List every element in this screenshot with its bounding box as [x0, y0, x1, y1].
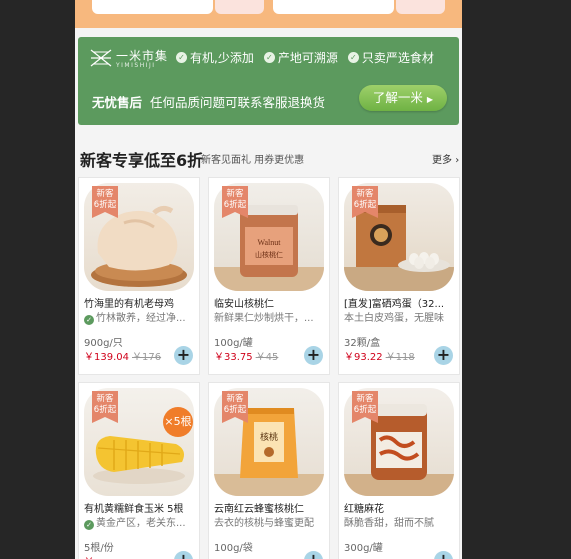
check-icon: ✓	[347, 52, 359, 63]
feature-item: ✓ 产地可溯源	[263, 49, 338, 66]
coupon-card[interactable]	[92, 0, 213, 14]
product-spec: 100g/罐	[214, 338, 253, 349]
new-customer-tag: 新客 6折起	[352, 391, 378, 423]
play-arrow-icon: ▶	[426, 95, 434, 104]
product-card[interactable]: 新客 6折起 [直发]富硒鸡蛋（32... 本土白皮鸡蛋，无腥味 32颗/盒 ￥9…	[338, 177, 460, 375]
product-price: ￥93.22 ￥118	[344, 352, 415, 363]
check-icon: ✓	[263, 52, 275, 63]
feature-item: ✓ 只卖严选食材	[347, 49, 434, 66]
new-customer-tag: 新客 6折起	[222, 186, 248, 218]
product-price: ￥	[84, 553, 94, 559]
product-name: 云南红云蜂蜜核桃仁	[214, 504, 304, 515]
product-desc: 去衣的核桃与蜂蜜更配	[214, 518, 314, 529]
product-desc: 新鲜果仁炒制烘干，...	[214, 313, 314, 324]
coupon-card-action[interactable]	[215, 0, 264, 14]
new-customer-tag: 新客 6折起	[352, 186, 378, 218]
coupon-card-action[interactable]	[396, 0, 445, 14]
svg-text:核桃: 核桃	[260, 431, 278, 443]
product-spec: 900g/只	[84, 338, 123, 349]
product-spec: 32颗/盒	[344, 338, 381, 349]
section-title: 新客专享低至6折	[80, 151, 204, 170]
svg-text:Walnut: Walnut	[258, 238, 282, 247]
add-to-cart-button[interactable]: +	[304, 551, 323, 559]
add-to-cart-button[interactable]: +	[174, 551, 193, 559]
service-note: 无忧售后 任何品质问题可联系客服退换货	[92, 92, 325, 111]
new-customer-tag: 新客 6折起	[222, 391, 248, 423]
section-subtitle: 新客见面礼 用券更优惠	[201, 155, 305, 166]
chevron-right-icon: ›	[455, 155, 460, 166]
page: 一米市集 YIMISHIJI ✓ 有机,少添加 ✓ 产地可溯源 ✓ 只卖严选食材 无忧…	[75, 0, 462, 559]
product-desc: ✓ 黄金产区，老关东...	[84, 514, 196, 530]
service-title: 无忧售后	[92, 95, 143, 110]
original-price: ￥176	[132, 352, 162, 363]
product-card[interactable]: 新客 6折起 ×5根 有机黄糯鲜食玉米 5根 ✓ 黄金产区，老关东... 5根/份 …	[78, 382, 200, 559]
add-to-cart-button[interactable]: +	[434, 551, 453, 559]
check-icon: ✓	[176, 52, 187, 63]
product-name: 临安山核桃仁	[214, 299, 274, 310]
product-name: 红糖麻花	[344, 504, 384, 515]
svg-text:山核桃仁: 山核桃仁	[255, 250, 283, 259]
add-to-cart-button[interactable]: +	[174, 346, 193, 365]
product-desc: 酥脆香甜，甜而不腻	[344, 518, 434, 529]
feature-list: ✓ 有机,少添加 ✓ 产地可溯源 ✓ 只卖严选食材	[176, 49, 434, 66]
add-to-cart-button[interactable]: +	[304, 346, 323, 365]
brand-sub: YIMISHIJI	[116, 62, 156, 69]
product-spec: 100g/袋	[214, 543, 253, 554]
learn-more-button[interactable]: 了解一米 ▶	[359, 85, 447, 111]
product-price: ￥33.75 ￥45	[214, 352, 279, 363]
product-desc: ✓ 竹林散养，经过净...	[84, 309, 196, 325]
add-to-cart-button[interactable]: +	[434, 346, 453, 365]
new-customer-tag: 新客 6折起	[92, 391, 118, 423]
product-spec: 5根/份	[84, 543, 114, 554]
top-coupon-strip	[75, 0, 462, 28]
new-customer-tag: 新客 6折起	[92, 186, 118, 218]
product-desc: 本土白皮鸡蛋，无腥味	[344, 313, 444, 324]
verified-icon: ✓	[84, 315, 94, 325]
coupon-card[interactable]	[273, 0, 394, 14]
service-text: 任何品质问题可联系客服退换货	[150, 95, 326, 110]
product-name: [直发]富硒鸡蛋（32...	[344, 299, 445, 310]
product-card[interactable]: 新客6折起 红糖麻花 酥脆香甜，甜而不腻 300g/罐 +	[338, 382, 460, 559]
feature-item: ✓ 有机,少添加	[176, 49, 254, 66]
product-card[interactable]: Walnut 山核桃仁 新客 6折起 临安山核桃仁 新鲜果仁炒制烘干，... 10…	[208, 177, 330, 375]
brand-logo: 一米市集 YIMISHIJI	[90, 46, 186, 72]
product-price: ￥139.04 ￥176	[84, 352, 162, 363]
verified-icon: ✓	[84, 520, 94, 530]
more-link[interactable]: 更多 ›	[432, 151, 459, 166]
product-card[interactable]: 核桃 新客6折起 云南红云蜂蜜核桃仁 去衣的核桃与蜂蜜更配 100g/袋 +	[208, 382, 330, 559]
product-name: 竹海里的有机老母鸡	[84, 299, 174, 310]
brand-banner: 一米市集 YIMISHIJI ✓ 有机,少添加 ✓ 产地可溯源 ✓ 只卖严选食材 无忧…	[78, 37, 459, 125]
original-price: ￥45	[255, 352, 279, 363]
product-card[interactable]: 新客 6折起 竹海里的有机老母鸡 ✓ 竹林散养，经过净... 900g/只 ￥139…	[78, 177, 200, 375]
original-price: ￥118	[385, 352, 415, 363]
brand-mark-icon	[90, 49, 112, 67]
quantity-badge: ×5根	[163, 407, 193, 437]
product-spec: 300g/罐	[344, 543, 383, 554]
product-name: 有机黄糯鲜食玉米 5根	[84, 504, 184, 515]
